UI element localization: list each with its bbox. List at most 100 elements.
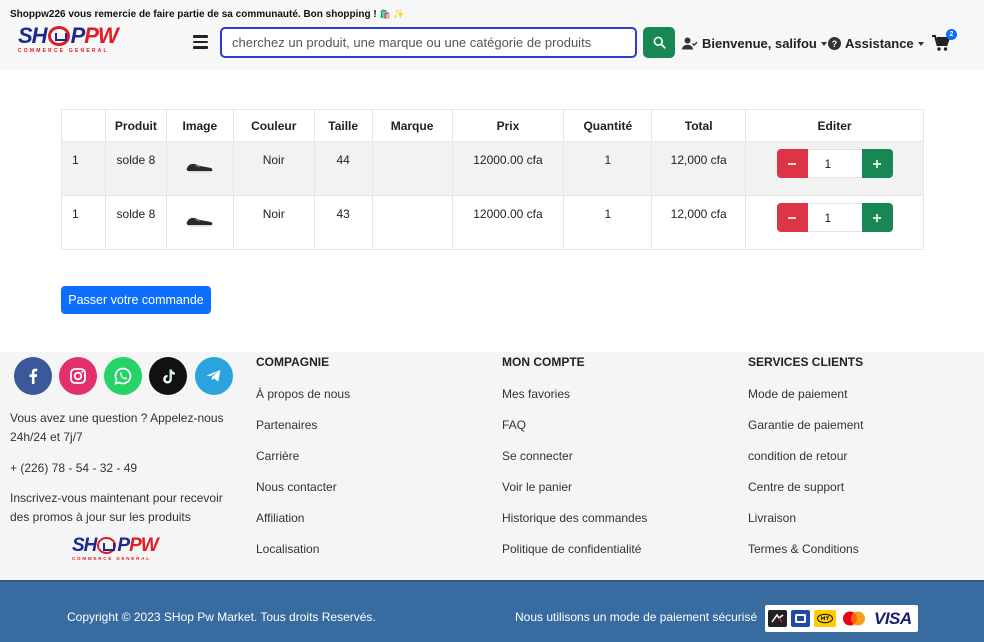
- product-quantity: 1: [563, 195, 652, 250]
- footer-link-partners[interactable]: Partenaires: [256, 418, 317, 432]
- footer-link-payment-method[interactable]: Mode de paiement: [748, 387, 847, 401]
- whatsapp-icon[interactable]: [104, 357, 142, 395]
- product-brand: [371, 141, 453, 196]
- column-header-color: Couleur: [232, 109, 315, 142]
- product-name[interactable]: solde 8: [104, 195, 167, 250]
- footer-link-view-cart[interactable]: Voir le panier: [502, 480, 572, 494]
- mastercard-icon: [840, 610, 868, 627]
- footer-link-support-center[interactable]: Centre de support: [748, 480, 844, 494]
- column-header-edit: Editer: [745, 109, 924, 142]
- table-row: 1 solde 8 Noir 43 12000.00 cfa 1 12,000 …: [61, 195, 924, 250]
- product-name[interactable]: solde 8: [104, 141, 167, 196]
- payment-methods: VISA: [765, 605, 918, 632]
- product-size: 43: [313, 195, 373, 250]
- footer-link-contact[interactable]: Nous contacter: [256, 480, 337, 494]
- site-logo[interactable]: SH PPW COMMERCE GENERAL: [18, 25, 140, 61]
- footer-link-terms[interactable]: Termes & Conditions: [748, 542, 859, 556]
- logo-wordmark: SH PPW: [18, 23, 119, 48]
- sneaker-image[interactable]: [186, 161, 214, 173]
- footer-link-careers[interactable]: Carrière: [256, 449, 299, 463]
- product-quantity: 1: [563, 141, 652, 196]
- welcome-message: Shoppw226 vous remercie de faire partie …: [10, 9, 404, 20]
- search-icon: [653, 36, 666, 49]
- assistance-dropdown[interactable]: ? Assistance: [828, 36, 924, 51]
- bottom-bar: Copyright © 2023 SHop Pw Market. Tous dr…: [0, 580, 984, 642]
- product-price: 12000.00 cfa: [451, 141, 564, 196]
- minus-icon: [788, 162, 797, 165]
- instagram-icon[interactable]: [59, 357, 97, 395]
- user-menu-label: Bienvenue, salifou: [702, 36, 817, 51]
- menu-toggle-icon[interactable]: [193, 35, 208, 49]
- logo-cart-icon: [47, 26, 70, 46]
- column-header-quantity: Quantité: [563, 109, 652, 142]
- footer-phone[interactable]: + (226) 78 - 54 - 32 - 49: [10, 459, 240, 478]
- tiktok-icon[interactable]: [149, 357, 187, 395]
- decrease-quantity-button[interactable]: [776, 203, 808, 232]
- footer-link-login[interactable]: Se connecter: [502, 449, 573, 463]
- product-total: 12,000 cfa: [651, 141, 746, 196]
- welcome-text: Shoppw226 vous remercie de faire partie …: [10, 9, 377, 20]
- product-image-cell: [165, 195, 234, 250]
- footer-link-affiliation[interactable]: Affiliation: [256, 511, 304, 525]
- top-header: Shoppw226 vous remercie de faire partie …: [0, 0, 984, 70]
- edit-cell: 1: [745, 195, 924, 250]
- footer-link-about[interactable]: À propos de nous: [256, 387, 350, 401]
- column-header-image: Image: [165, 109, 234, 142]
- footer-link-favorites[interactable]: Mes favories: [502, 387, 570, 401]
- table-row: 1 solde 8 Noir 44 12000.00 cfa 1 12,000 …: [61, 141, 924, 196]
- question-circle-icon: ?: [828, 37, 841, 50]
- footer-link-location[interactable]: Localisation: [256, 542, 319, 556]
- airtel-money-icon: [768, 610, 787, 627]
- search-input[interactable]: [220, 27, 637, 58]
- footer-logo-tagline: COMMERCE GENERAL: [72, 556, 151, 561]
- footer-link-privacy[interactable]: Politique de confidentialité: [502, 542, 641, 556]
- chevron-down-icon: [820, 41, 827, 46]
- increase-quantity-button[interactable]: [861, 149, 893, 178]
- place-order-button[interactable]: Passer votre commande: [61, 286, 211, 314]
- product-color: Noir: [232, 141, 315, 196]
- telegram-icon[interactable]: [195, 357, 233, 395]
- column-header-product: Produit: [104, 109, 167, 142]
- column-header-brand: Marque: [371, 109, 453, 142]
- footer-heading-company: COMPAGNIE: [256, 355, 330, 369]
- footer-newsletter-text: Inscrivez-vous maintenant pour recevoir …: [10, 491, 223, 524]
- plus-icon: [873, 159, 882, 168]
- footer-contact-text: Vous avez une question ? Appelez-nous 24…: [10, 411, 224, 444]
- footer-heading-customer-services: SERVICES CLIENTS: [748, 355, 864, 369]
- copyright-text: Copyright © 2023 SHop Pw Market. Tous dr…: [67, 610, 376, 624]
- product-size: 44: [313, 141, 373, 196]
- assistance-label: Assistance: [845, 36, 914, 51]
- footer-link-payment-guarantee[interactable]: Garantie de paiement: [748, 418, 863, 432]
- quantity-input[interactable]: 1: [807, 203, 862, 232]
- row-index: 1: [61, 195, 106, 250]
- cart-count-badge: 2: [946, 29, 957, 40]
- column-header-index: [61, 109, 106, 142]
- moov-money-icon: [791, 610, 810, 627]
- table-header-row: Produit Image Couleur Taille Marque Prix…: [61, 109, 924, 142]
- footer-link-delivery[interactable]: Livraison: [748, 511, 796, 525]
- user-menu-dropdown[interactable]: Bienvenue, salifou: [682, 36, 827, 51]
- product-brand: [371, 195, 453, 250]
- visa-icon: VISA: [874, 608, 912, 628]
- product-color: Noir: [232, 195, 315, 250]
- footer-link-return-policy[interactable]: condition de retour: [748, 449, 847, 463]
- search-button[interactable]: [643, 27, 675, 58]
- footer-logo[interactable]: SH PPW COMMERCE GENERAL: [72, 536, 178, 568]
- footer-link-order-history[interactable]: Historique des commandes: [502, 511, 647, 525]
- product-price: 12000.00 cfa: [451, 195, 564, 250]
- facebook-icon[interactable]: [14, 357, 52, 395]
- shopping-emoji-icon: 🛍️ ✨: [379, 9, 405, 19]
- column-header-total: Total: [651, 109, 746, 142]
- column-header-size: Taille: [313, 109, 373, 142]
- decrease-quantity-button[interactable]: [776, 149, 808, 178]
- minus-icon: [788, 216, 797, 219]
- logo-tagline: COMMERCE GENERAL: [18, 48, 109, 54]
- increase-quantity-button[interactable]: [861, 203, 893, 232]
- footer-link-faq[interactable]: FAQ: [502, 418, 526, 432]
- quantity-input[interactable]: 1: [807, 149, 862, 178]
- row-index: 1: [61, 141, 106, 196]
- plus-icon: [873, 213, 882, 222]
- cart-table: Produit Image Couleur Taille Marque Prix…: [61, 109, 924, 250]
- footer-heading-account: MON COMPTE: [502, 355, 585, 369]
- sneaker-image[interactable]: [186, 215, 214, 227]
